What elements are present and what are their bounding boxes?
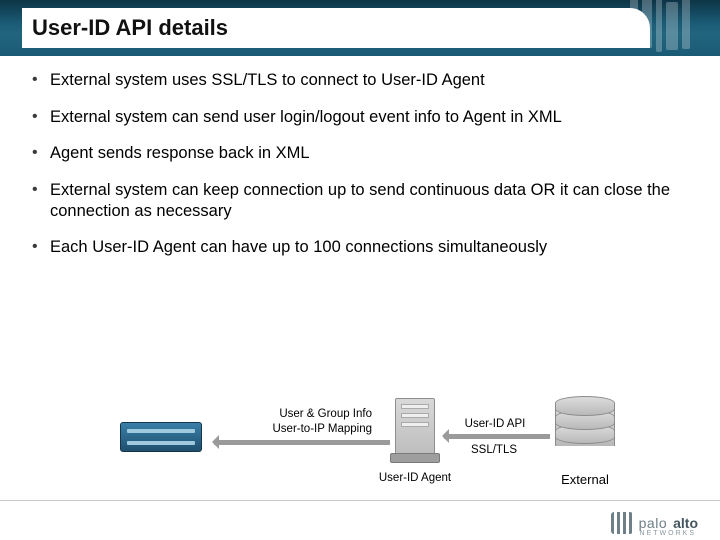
logo-mark-icon [611, 512, 633, 534]
slide: User-ID API details External system uses… [0, 0, 720, 540]
ssl-label: SSL/TLS [454, 444, 534, 456]
bullet-item: Agent sends response back in XML [30, 143, 690, 164]
title-bar: User-ID API details [0, 0, 720, 56]
firewall-icon [120, 422, 202, 452]
slide-title: User-ID API details [32, 15, 228, 41]
logo: palo alto NETWORKS [611, 512, 698, 534]
footer-divider [0, 500, 720, 501]
arrow-db-to-server [444, 434, 550, 439]
server-label: User-ID Agent [370, 472, 460, 484]
database-icon [555, 396, 615, 452]
bullet-item: External system can keep connection up t… [30, 180, 690, 221]
arrow-server-to-firewall [214, 440, 390, 445]
diagram: User & Group Info User-to-IP Mapping Use… [0, 390, 720, 500]
bullet-item: External system can send user login/logo… [30, 107, 690, 128]
logo-text-1: palo [639, 515, 667, 531]
bullet-list: External system uses SSL/TLS to connect … [30, 70, 690, 258]
left-arrow-label-2: User-to-IP Mapping [212, 423, 372, 435]
server-icon [395, 398, 435, 456]
bullet-item: External system uses SSL/TLS to connect … [30, 70, 690, 91]
title-container: User-ID API details [22, 8, 650, 48]
logo-subtext: NETWORKS [640, 530, 696, 537]
bullet-item: Each User-ID Agent can have up to 100 co… [30, 237, 690, 258]
content-area: External system uses SSL/TLS to connect … [30, 70, 690, 274]
left-arrow-label-1: User & Group Info [212, 408, 372, 420]
mid-arrow-label: User-ID API [450, 418, 540, 430]
database-label: External [545, 472, 625, 487]
logo-text-2: alto [673, 515, 698, 531]
